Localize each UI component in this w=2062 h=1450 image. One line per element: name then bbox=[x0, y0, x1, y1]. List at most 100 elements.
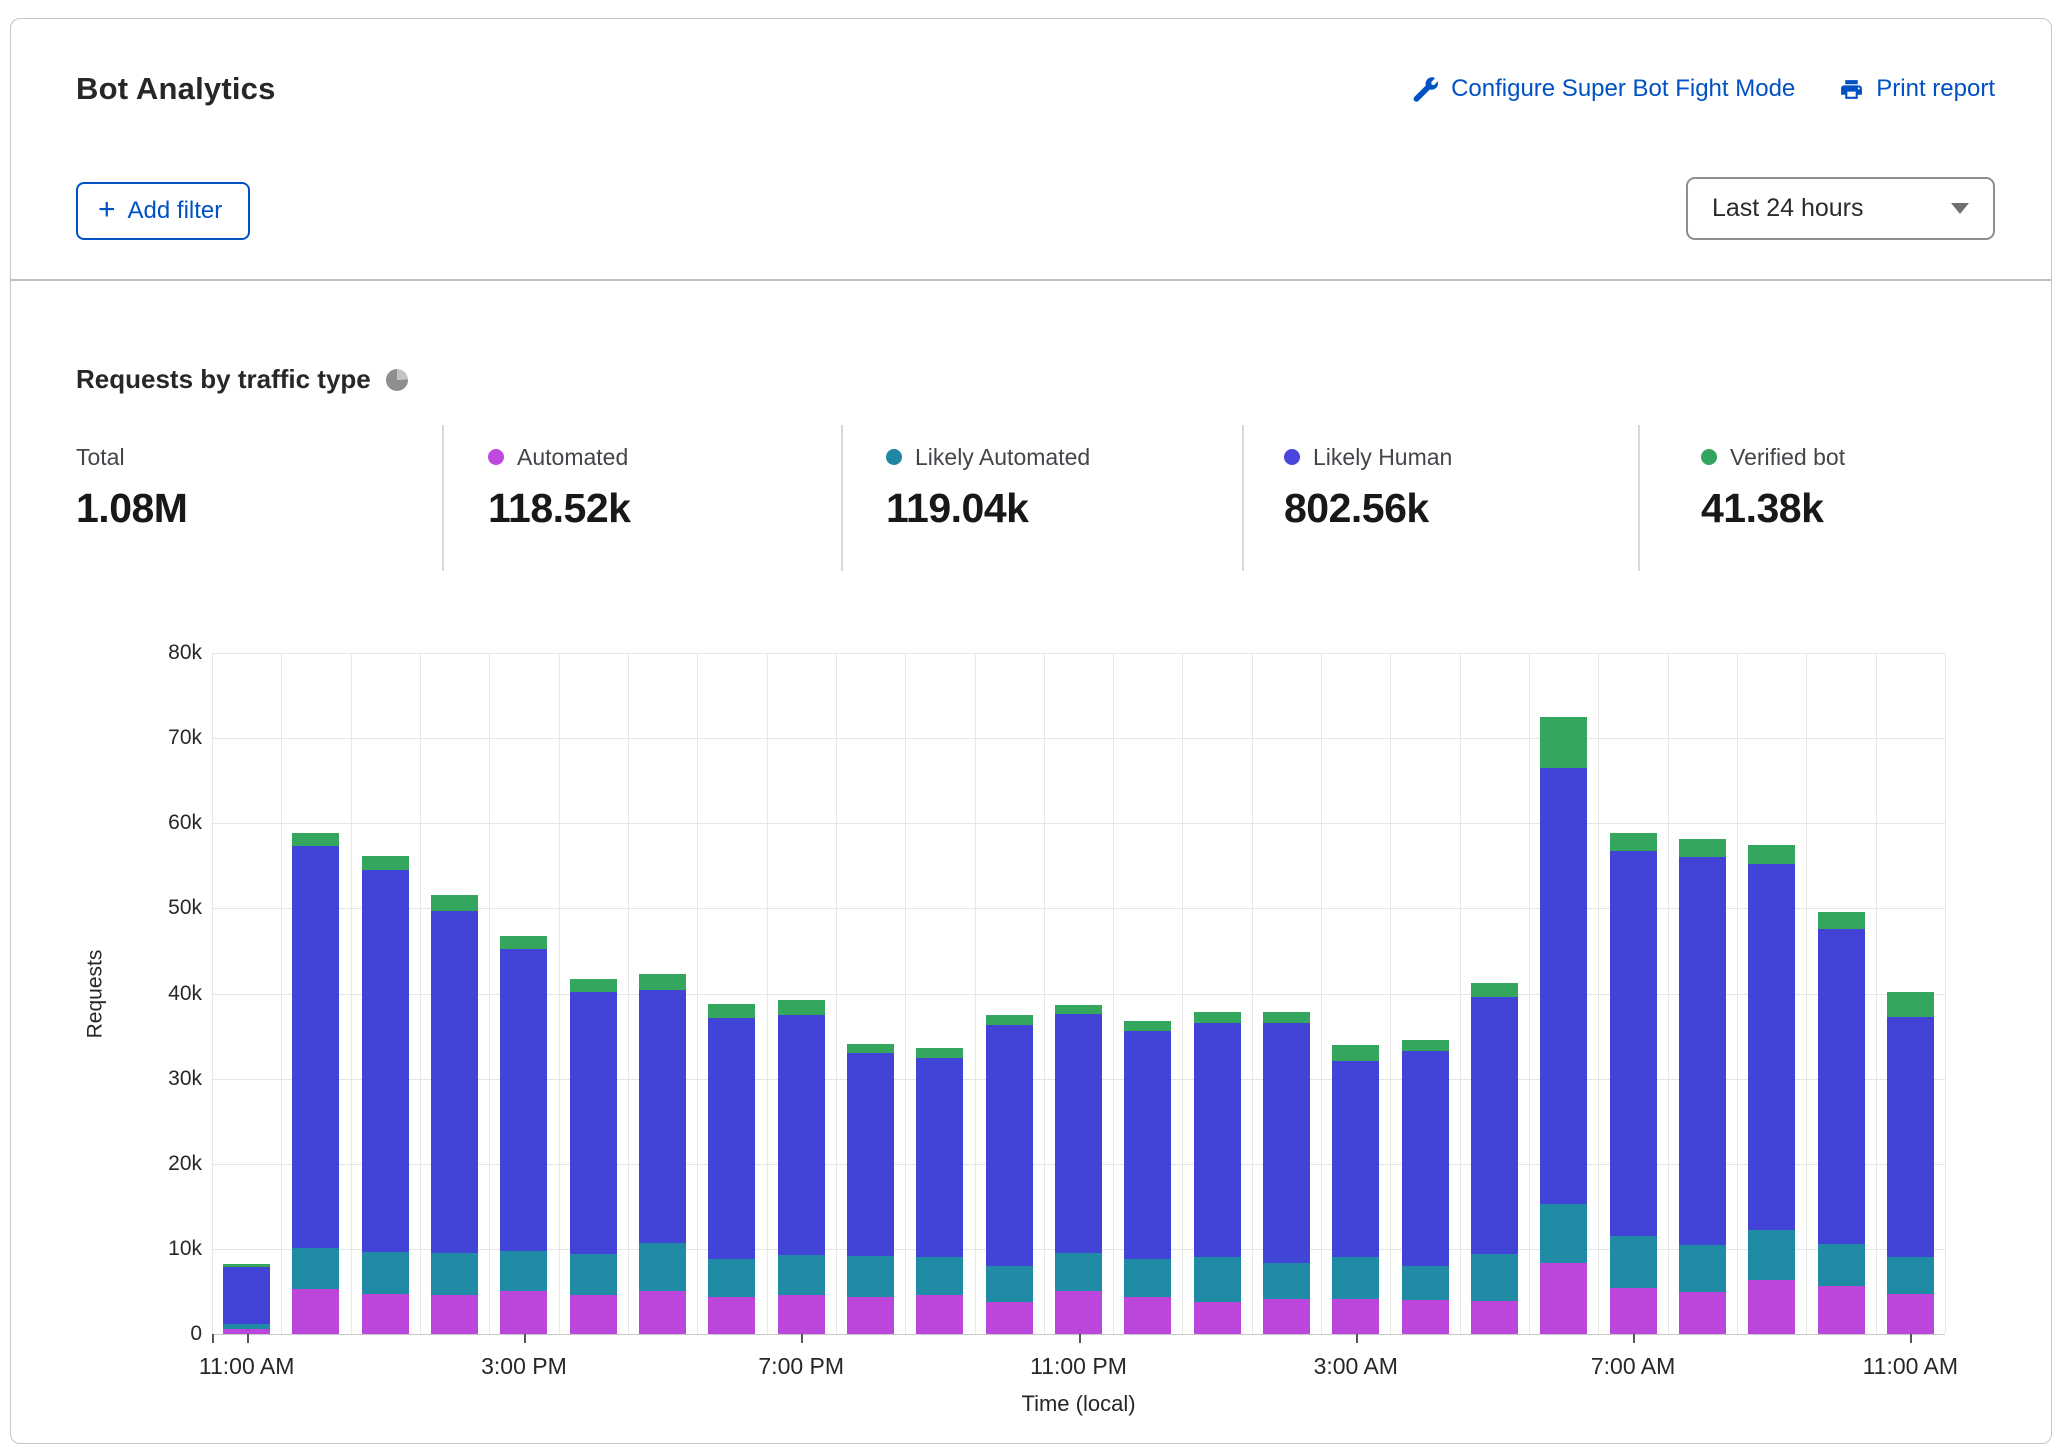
segment-likely-human bbox=[1748, 864, 1795, 1230]
segment-verified-bot bbox=[1055, 1005, 1102, 1014]
segment-likely-human bbox=[916, 1058, 963, 1257]
segment-automated bbox=[1748, 1280, 1795, 1334]
segment-likely-automated bbox=[500, 1251, 547, 1291]
segment-likely-human bbox=[708, 1018, 755, 1259]
print-link-label: Print report bbox=[1876, 75, 1995, 103]
y-axis-tick-label: 50k bbox=[77, 896, 202, 920]
stacked-bar-0[interactable] bbox=[223, 1264, 270, 1334]
legend-dot bbox=[1701, 449, 1717, 465]
segment-likely-automated bbox=[1540, 1204, 1587, 1264]
stacked-bar-6[interactable] bbox=[639, 974, 686, 1334]
segment-verified-bot bbox=[1332, 1045, 1379, 1061]
gridline bbox=[905, 653, 906, 1334]
stat-label: Likely Human bbox=[1313, 444, 1452, 471]
gridline bbox=[212, 653, 1945, 654]
section-title-label: Requests by traffic type bbox=[76, 364, 371, 395]
y-axis-tick-label: 70k bbox=[77, 726, 202, 750]
x-axis-title: Time (local) bbox=[979, 1391, 1179, 1417]
stacked-bar-15[interactable] bbox=[1263, 1012, 1310, 1334]
gridline bbox=[836, 653, 837, 1334]
stacked-bar-14[interactable] bbox=[1194, 1012, 1241, 1334]
segment-verified-bot bbox=[847, 1044, 894, 1053]
stacked-bar-19[interactable] bbox=[1540, 717, 1587, 1334]
segment-likely-human bbox=[362, 870, 409, 1252]
y-axis-tick-label: 30k bbox=[77, 1067, 202, 1091]
segment-likely-automated bbox=[847, 1256, 894, 1297]
x-axis-tick-label: 11:00 AM bbox=[162, 1353, 332, 1380]
segment-likely-automated bbox=[1263, 1263, 1310, 1300]
segment-likely-automated bbox=[778, 1255, 825, 1295]
segment-verified-bot bbox=[1679, 839, 1726, 858]
gridline bbox=[1737, 653, 1738, 1334]
stat-value: 1.08M bbox=[76, 485, 187, 532]
legend-dot bbox=[1284, 449, 1300, 465]
stacked-bar-12[interactable] bbox=[1055, 1005, 1102, 1334]
segment-likely-human bbox=[292, 846, 339, 1248]
x-axis-tick bbox=[1079, 1334, 1081, 1343]
segment-automated bbox=[362, 1294, 409, 1334]
stacked-bar-18[interactable] bbox=[1471, 983, 1518, 1334]
segment-likely-human bbox=[570, 992, 617, 1254]
stacked-bar-24[interactable] bbox=[1887, 992, 1934, 1334]
segment-likely-human bbox=[1540, 768, 1587, 1204]
add-filter-button[interactable]: + Add filter bbox=[76, 182, 250, 240]
gridline bbox=[1252, 653, 1253, 1334]
stat-likely-automated[interactable]: Likely Automated119.04k bbox=[886, 442, 1090, 532]
analytics-card: Bot Analytics Configure Super Bot Fight … bbox=[10, 18, 2052, 1444]
segment-likely-automated bbox=[986, 1266, 1033, 1302]
segment-automated bbox=[778, 1295, 825, 1334]
gridline bbox=[1529, 653, 1530, 1334]
gridline bbox=[489, 653, 490, 1334]
stacked-bar-22[interactable] bbox=[1748, 845, 1795, 1334]
y-axis-title: Requests bbox=[83, 949, 107, 1038]
stat-total[interactable]: Total1.08M bbox=[76, 442, 187, 532]
segment-likely-automated bbox=[1471, 1254, 1518, 1301]
stacked-bar-5[interactable] bbox=[570, 979, 617, 1334]
segment-likely-automated bbox=[431, 1253, 478, 1295]
stat-automated[interactable]: Automated118.52k bbox=[488, 442, 630, 532]
gridline bbox=[628, 653, 629, 1334]
gridline bbox=[1876, 653, 1877, 1334]
stacked-bar-9[interactable] bbox=[847, 1044, 894, 1334]
gridline bbox=[212, 653, 213, 1334]
stacked-bar-11[interactable] bbox=[986, 1015, 1033, 1334]
segment-verified-bot bbox=[1818, 912, 1865, 929]
stacked-bar-2[interactable] bbox=[362, 856, 409, 1334]
stacked-bar-10[interactable] bbox=[916, 1048, 963, 1334]
stat-likely-human[interactable]: Likely Human802.56k bbox=[1284, 442, 1452, 532]
add-filter-label: Add filter bbox=[128, 197, 223, 225]
stacked-bar-21[interactable] bbox=[1679, 839, 1726, 1334]
stacked-bar-1[interactable] bbox=[292, 833, 339, 1334]
stacked-bar-7[interactable] bbox=[708, 1004, 755, 1334]
segment-automated bbox=[1540, 1263, 1587, 1334]
segment-likely-human bbox=[223, 1267, 270, 1324]
gridline bbox=[1598, 653, 1599, 1334]
stacked-bar-20[interactable] bbox=[1610, 833, 1657, 1334]
time-range-select[interactable]: Last 24 hours bbox=[1686, 177, 1995, 240]
legend-dot bbox=[886, 449, 902, 465]
configure-super-bot-fight-mode-link[interactable]: Configure Super Bot Fight Mode bbox=[1413, 75, 1795, 103]
print-report-link[interactable]: Print report bbox=[1839, 75, 1995, 103]
segment-likely-human bbox=[431, 911, 478, 1253]
gridline bbox=[1321, 653, 1322, 1334]
stat-label: Automated bbox=[517, 444, 628, 471]
configure-link-label: Configure Super Bot Fight Mode bbox=[1451, 75, 1795, 103]
y-axis-tick-label: 80k bbox=[77, 641, 202, 665]
gridline bbox=[1460, 653, 1461, 1334]
segment-automated bbox=[916, 1295, 963, 1334]
stacked-bar-8[interactable] bbox=[778, 1000, 825, 1334]
section-title: Requests by traffic type bbox=[76, 364, 408, 395]
gridline bbox=[1113, 653, 1114, 1334]
stacked-bar-4[interactable] bbox=[500, 936, 547, 1334]
segment-automated bbox=[1818, 1286, 1865, 1334]
stacked-bar-13[interactable] bbox=[1124, 1021, 1171, 1334]
stacked-bar-3[interactable] bbox=[431, 895, 478, 1334]
stacked-bar-17[interactable] bbox=[1402, 1040, 1449, 1334]
stacked-bar-23[interactable] bbox=[1818, 912, 1865, 1334]
segment-likely-automated bbox=[1402, 1266, 1449, 1300]
segment-likely-human bbox=[1124, 1031, 1171, 1259]
x-axis-tick-label: 7:00 PM bbox=[716, 1353, 886, 1380]
stacked-bar-16[interactable] bbox=[1332, 1045, 1379, 1334]
stat-verified-bot[interactable]: Verified bot41.38k bbox=[1701, 442, 1845, 532]
stat-divider bbox=[1242, 425, 1244, 571]
